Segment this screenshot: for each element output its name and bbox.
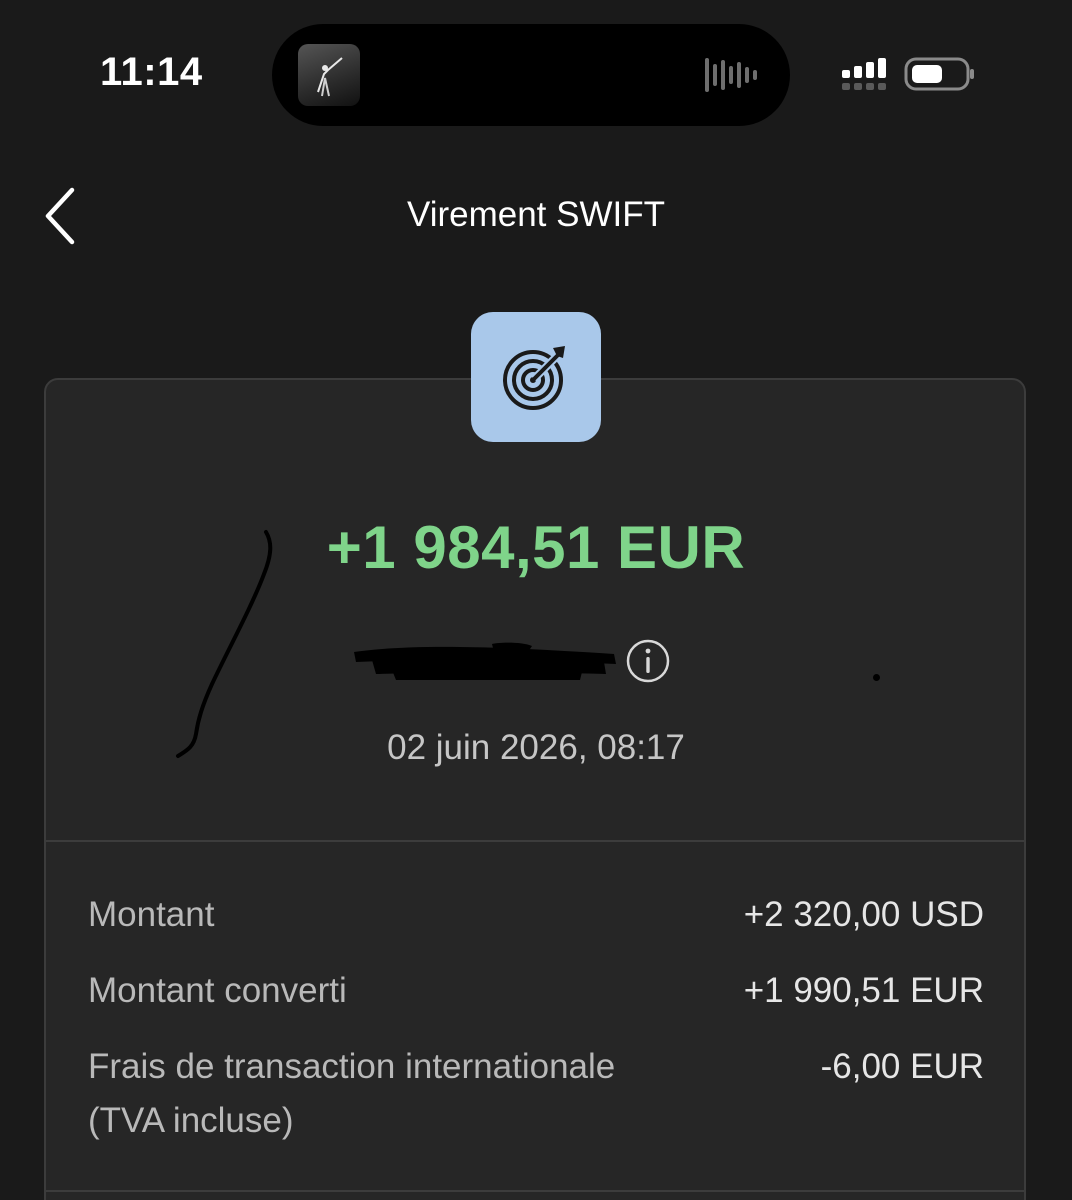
detail-label: Montant: [88, 895, 215, 934]
detail-value: -6,00 EUR: [820, 1047, 984, 1086]
detail-label-line1: Frais de transaction internationale: [88, 1047, 616, 1086]
target-icon: [503, 346, 565, 410]
detail-value: +2 320,00 USD: [743, 895, 984, 934]
info-icon[interactable]: [625, 638, 671, 684]
transaction-amount: +1 984,51 EUR: [326, 514, 746, 581]
category-badge: [471, 312, 601, 442]
transaction-detail-screen: 11:14 Virement SWIFT +1 984,51 EUR 02 ju…: [0, 0, 1072, 1200]
page-title: Virement SWIFT: [406, 195, 665, 234]
audio-waveform-icon: [705, 58, 757, 92]
now-playing-artwork-icon[interactable]: [298, 44, 360, 106]
divider: [46, 1190, 1026, 1192]
cellular-signal-icon: [842, 58, 886, 90]
dynamic-island[interactable]: [272, 24, 790, 126]
battery-icon: [904, 57, 974, 91]
redacted-counterparty-name: [354, 642, 616, 680]
status-time: 11:14: [100, 50, 203, 94]
transaction-date: 02 juin 2026, 08:17: [387, 728, 685, 767]
detail-value: +1 990,51 EUR: [743, 971, 984, 1010]
divider: [46, 840, 1026, 842]
detail-label-line2: (TVA incluse): [88, 1101, 294, 1140]
detail-label: Frais de transaction internationale (TVA…: [88, 1040, 708, 1148]
stray-mark: [873, 674, 880, 681]
detail-label: Montant converti: [88, 971, 347, 1010]
